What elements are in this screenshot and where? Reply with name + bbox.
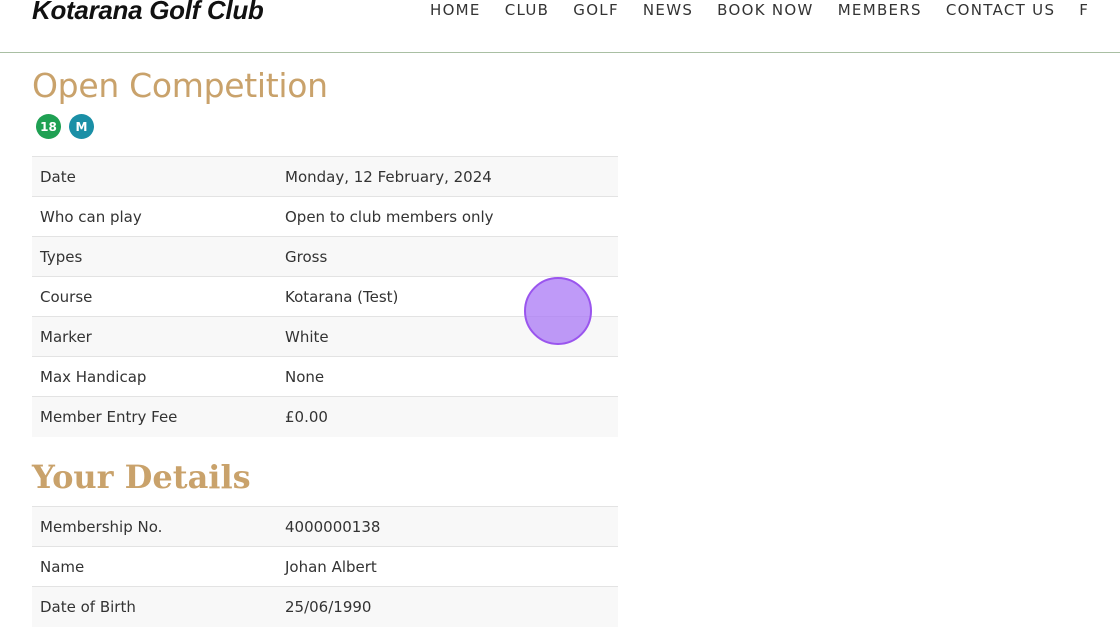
site-header: Kotarana Golf Club HOME CLUB GOLF NEWS B… <box>0 0 1120 53</box>
table-row: Membership No. 4000000138 <box>32 506 618 547</box>
table-row: Max Handicap None <box>32 356 618 397</box>
row-value: Open to club members only <box>277 196 618 237</box>
row-label: Types <box>32 236 277 277</box>
row-label: Marker <box>32 316 277 357</box>
nav-news[interactable]: NEWS <box>643 1 693 19</box>
row-value: Monday, 12 February, 2024 <box>277 156 618 197</box>
row-label: Name <box>32 546 277 587</box>
row-value: £0.00 <box>277 396 618 437</box>
main-nav: HOME CLUB GOLF NEWS BOOK NOW MEMBERS CON… <box>430 1 1089 19</box>
nav-book-now[interactable]: BOOK NOW <box>717 1 814 19</box>
site-logo[interactable]: Kotarana Golf Club <box>32 0 264 26</box>
table-row: Name Johan Albert <box>32 546 618 587</box>
nav-home[interactable]: HOME <box>430 1 481 19</box>
nav-members[interactable]: MEMBERS <box>838 1 922 19</box>
row-label: Date of Birth <box>32 586 277 627</box>
row-label: Course <box>32 276 277 317</box>
row-label: Date <box>32 156 277 197</box>
click-indicator <box>524 277 592 345</box>
table-row: Types Gross <box>32 236 618 277</box>
nav-golf[interactable]: GOLF <box>573 1 619 19</box>
competition-badges: 18 M <box>36 114 94 139</box>
row-label: Membership No. <box>32 506 277 547</box>
row-value: Johan Albert <box>277 546 618 587</box>
holes-badge: 18 <box>36 114 61 139</box>
table-row: Member Entry Fee £0.00 <box>32 396 618 437</box>
nav-item-truncated[interactable]: F <box>1079 1 1089 19</box>
table-row: Who can play Open to club members only <box>32 196 618 237</box>
table-row: Date of Birth 25/06/1990 <box>32 586 618 627</box>
row-value: None <box>277 356 618 397</box>
members-badge: M <box>69 114 94 139</box>
row-value: Gross <box>277 236 618 277</box>
section-title-your-details: Your Details <box>32 458 251 496</box>
your-details-table: Membership No. 4000000138 Name Johan Alb… <box>32 506 618 627</box>
page-title: Open Competition <box>32 66 328 105</box>
table-row: Date Monday, 12 February, 2024 <box>32 156 618 197</box>
row-value: 4000000138 <box>277 506 618 547</box>
nav-contact-us[interactable]: CONTACT US <box>946 1 1055 19</box>
row-label: Member Entry Fee <box>32 396 277 437</box>
row-value: 25/06/1990 <box>277 586 618 627</box>
nav-club[interactable]: CLUB <box>505 1 550 19</box>
row-label: Max Handicap <box>32 356 277 397</box>
row-label: Who can play <box>32 196 277 237</box>
